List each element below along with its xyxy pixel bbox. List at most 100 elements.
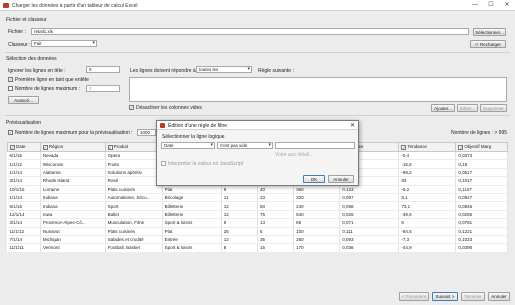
table-cell: 640	[293, 210, 341, 220]
dialog-close-icon[interactable]: ✕	[350, 122, 355, 129]
close-icon[interactable]: ✕	[499, 0, 515, 11]
dialog-ok-button[interactable]: OK	[303, 175, 325, 183]
table-cell: 12	[221, 210, 258, 220]
reload-button[interactable]: ⟳ Recharger	[470, 40, 506, 48]
table-row[interactable]: 10/1/15 Lorraine Plats cuisinés Plat 9 40 360 0…	[7, 185, 508, 194]
data-section-title: Sélection des données	[6, 56, 57, 62]
table-cell: 0,026	[339, 210, 400, 220]
table-cell: 3/1/14	[7, 218, 41, 228]
table-row[interactable]: 11/1/12 Nunavut Plats cuisinés Plat 25 5 100 0,…	[7, 227, 508, 236]
table-cell: 5	[221, 218, 258, 228]
table-cell: Ballet	[105, 210, 163, 220]
table-cell: Plats cuisinés	[105, 185, 163, 194]
finish-button[interactable]: Terminer	[461, 292, 485, 301]
ignore-rows-spinner[interactable]: 0	[86, 66, 120, 73]
table-row[interactable]: 6/1/15 Indiana Sport Billetterie 12 50 240 0,05…	[7, 201, 508, 211]
table-cell: 0,0396	[455, 243, 508, 253]
column-header[interactable]: Tendance	[398, 142, 457, 152]
advanced-button[interactable]: Avancé...	[8, 96, 39, 104]
table-cell: 12	[221, 235, 258, 245]
table-cell: 0,111	[339, 227, 400, 236]
table-cell: 25	[221, 227, 258, 236]
cancel-button[interactable]: Annuler	[488, 292, 510, 301]
table-cell: 170	[293, 243, 341, 253]
minimize-icon[interactable]: —	[467, 0, 483, 11]
table-cell: 23	[257, 193, 295, 203]
table-cell: 0,0373	[455, 151, 508, 161]
dialog-prompt: Sélectionner la ligne logique	[162, 134, 225, 140]
table-cell: 0,0517	[455, 168, 508, 178]
reload-label: Recharger	[480, 42, 502, 47]
preview-max-rows-checkbox[interactable]	[8, 130, 13, 135]
rules-list[interactable]	[129, 77, 507, 102]
rule-value-input[interactable]	[275, 142, 355, 149]
delete-rule-button[interactable]: Supprimer	[480, 104, 507, 112]
add-rule-button[interactable]: Ajouter...	[431, 104, 455, 112]
table-cell: -39,6	[398, 210, 457, 220]
table-cell: 15	[257, 243, 295, 253]
table-cell: 12/1/14	[7, 210, 41, 220]
table-cell: Sport	[105, 201, 163, 211]
table-cell: Nevada	[40, 151, 106, 161]
first-row-header-checkbox[interactable]	[8, 77, 13, 82]
next-button[interactable]: Suivant >	[432, 292, 458, 301]
table-cell: 0,071	[339, 218, 400, 228]
table-cell: 0,097	[339, 193, 400, 203]
table-cell: 0,0781	[455, 218, 508, 228]
table-cell: Salades et crudité	[105, 235, 163, 245]
table-cell: Lorraine	[40, 185, 106, 194]
sheet-select[interactable]: Fait	[31, 40, 97, 47]
table-cell: 12	[221, 201, 258, 211]
table-cell: Opera	[105, 151, 163, 161]
max-rows-spinner[interactable]: 0	[86, 85, 120, 92]
table-row[interactable]: 11/1/11 Vermont Football, Basket Sport & lo…	[7, 243, 508, 253]
table-cell: 8	[221, 243, 258, 253]
column-header[interactable]: Date	[7, 142, 41, 152]
max-rows-checkbox[interactable]	[8, 86, 13, 91]
divider	[5, 52, 510, 53]
column-header[interactable]: Région	[39, 142, 106, 152]
preview-section-title: Prévisualisation	[6, 120, 42, 126]
select-file-button[interactable]: Sélectionner...	[473, 28, 506, 36]
window-title: Charger les données à partir d'un tableu…	[12, 3, 138, 9]
column-header[interactable]: Produit	[104, 142, 163, 152]
table-row[interactable]: 12/1/14 Iowa Ballet Billetterie 12 75 640 0,026…	[7, 210, 508, 220]
edit-rule-button[interactable]: Éditer...	[457, 104, 478, 112]
filter-rule-dialog: Édition d'une règle de filtre ✕ Sélectio…	[156, 120, 359, 186]
table-cell: 0,0846	[455, 201, 508, 211]
table-cell: Fruits	[105, 159, 163, 169]
window-titlebar: Charger les données à partir d'un tableu…	[0, 0, 515, 11]
rule-operator-select[interactable]: n'est pas vide	[217, 142, 273, 149]
table-row[interactable]: 3/1/14 Provence-Alpes-Cô... Musculation, F…	[7, 218, 508, 228]
table-cell: 3/1/14	[7, 176, 41, 186]
dialog-cancel-button[interactable]: Annuler	[328, 175, 354, 183]
column-header[interactable]: Objectif Marg	[455, 142, 508, 152]
table-cell: Wisconsin	[40, 159, 106, 169]
sheet-label: Classeur :	[8, 42, 31, 48]
rule-field-select[interactable]: Date	[161, 142, 215, 149]
rules-mode-select[interactable]: toutes les	[196, 66, 252, 73]
preview-max-rows-spinner[interactable]: 1000	[137, 129, 156, 136]
table-cell: 0,0286	[455, 210, 508, 220]
resize-grip-icon[interactable]: ⋰	[509, 298, 514, 304]
table-cell: 260	[293, 235, 341, 245]
table-cell: Iowa	[40, 210, 106, 220]
table-cell: 75	[257, 210, 295, 220]
table-row[interactable]: 7/1/14 Michigan Salades et crudité Entrée 12…	[7, 235, 508, 245]
maximize-icon[interactable]: ☐	[483, 0, 499, 11]
table-cell: 0,036	[339, 243, 400, 253]
table-cell: 240	[293, 201, 341, 211]
table-cell: 0,1221	[455, 227, 508, 236]
table-cell: 11/1/11	[7, 243, 41, 253]
previous-button[interactable]: < Précédent	[399, 292, 429, 301]
javascript-checkbox[interactable]	[161, 161, 166, 166]
rules-label: Les lignes doivent répondre à	[130, 68, 196, 74]
table-cell: Indiana	[40, 201, 106, 211]
table-cell: -7,3	[398, 235, 457, 245]
table-cell: Plat	[162, 227, 222, 236]
file-path-input[interactable]: retail1.xls	[31, 28, 469, 35]
table-cell: 0,1023	[455, 235, 508, 245]
table-cell: 50	[257, 201, 295, 211]
table-row[interactable]: 1/1/14 Indiana Automatisme, Sécu... Bricola…	[7, 193, 508, 203]
disable-empty-columns-checkbox[interactable]	[129, 105, 134, 110]
